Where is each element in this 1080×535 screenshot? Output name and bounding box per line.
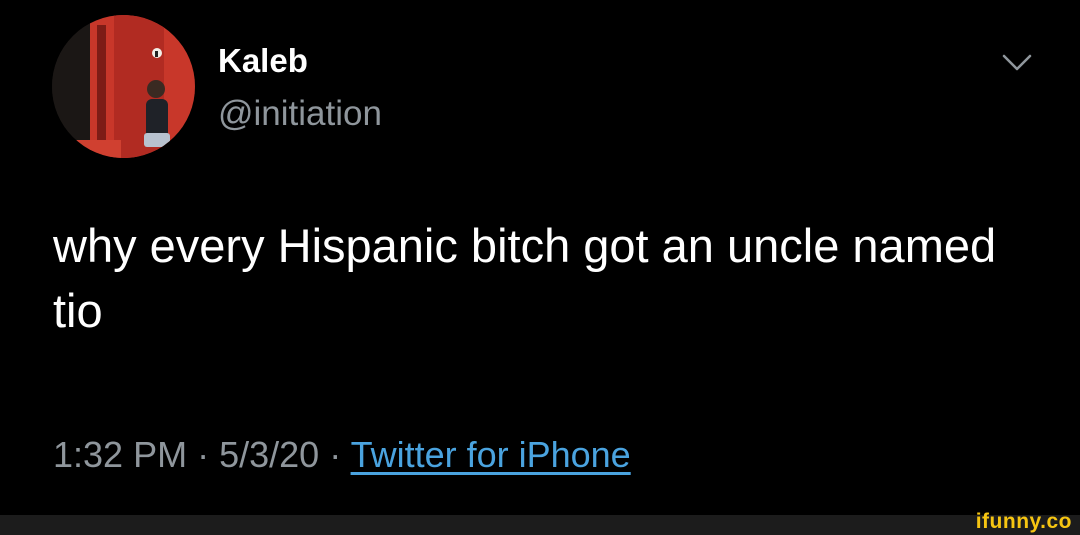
watermark-logo: ifunny.co [975,510,1072,533]
tweet-meta: 1:32 PM · 5/3/20 · Twitter for iPhone [53,430,631,480]
tweet-source-link[interactable]: Twitter for iPhone [351,434,631,475]
footer-bar [0,515,1080,535]
author-handle[interactable]: @initiation [218,93,382,135]
avatar-photo [52,15,195,158]
chevron-down-icon[interactable] [1000,50,1034,74]
avatar[interactable] [52,15,195,158]
author-name[interactable]: Kaleb [218,41,308,81]
tweet-date: 5/3/20 [219,434,320,475]
tweet-text: why every Hispanic bitch got an uncle na… [53,219,997,337]
meta-separator: · [329,434,342,475]
tweet-time: 1:32 PM [53,434,188,475]
meta-separator: · [197,434,210,475]
